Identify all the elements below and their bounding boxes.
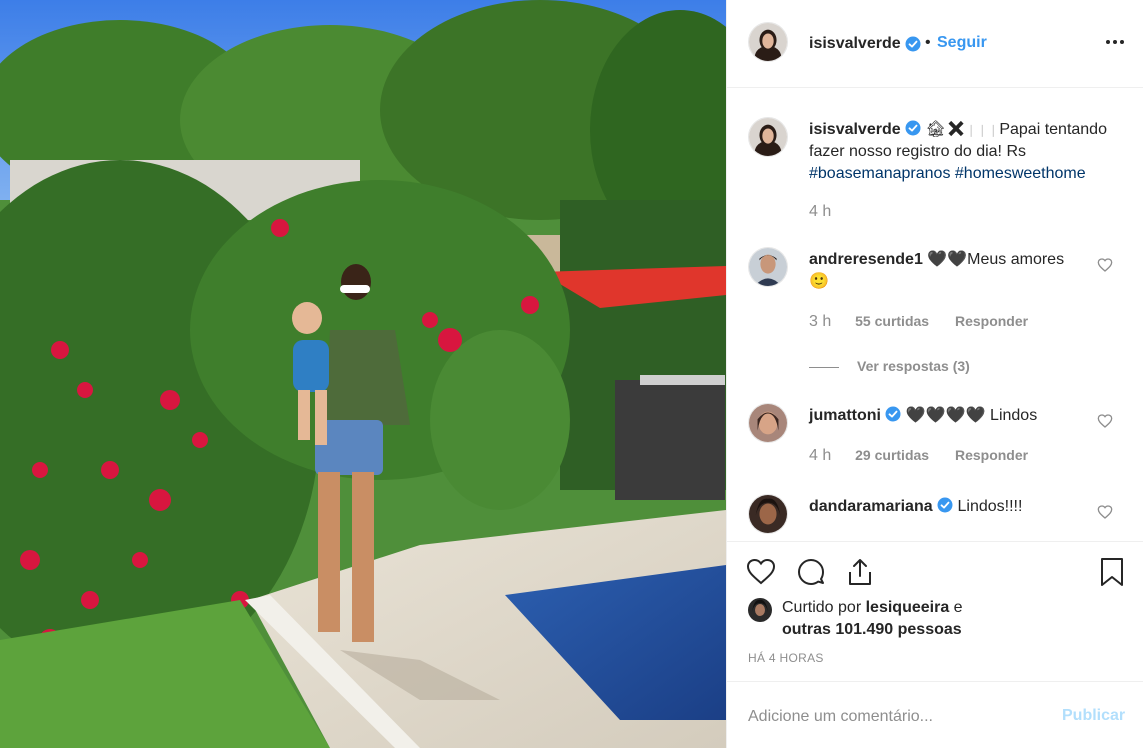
comment-input[interactable] bbox=[748, 706, 1048, 728]
comment-time: 3 h bbox=[809, 313, 832, 330]
caption-bars: ❘❘❘ bbox=[966, 123, 1000, 137]
liker-avatar[interactable] bbox=[748, 598, 772, 622]
post-side-panel: isisvalverde • Seguir isisvalverde 🏚✖❘❘❘… bbox=[726, 0, 1143, 748]
comment-username[interactable]: andreresende1 bbox=[809, 251, 923, 268]
comment-meta: 4 h 29 curtidas Responder bbox=[809, 447, 1050, 465]
comment-text: andreresende1 🖤🖤Meus amores 🙂 bbox=[809, 249, 1099, 293]
like-heart-icon[interactable] bbox=[745, 556, 777, 588]
verified-badge-icon bbox=[937, 497, 953, 513]
add-comment-bar: Publicar bbox=[727, 681, 1143, 748]
comment-text: jumattoni 🖤🖤🖤🖤 Lindos bbox=[809, 405, 1099, 427]
post-timestamp[interactable]: HÁ 4 HORAS bbox=[748, 651, 824, 665]
caption-emoji: 🏚✖ bbox=[925, 121, 967, 138]
caption-time: 4 h bbox=[809, 203, 832, 220]
comment-body: 🖤🖤Meus amores bbox=[927, 251, 1065, 268]
hashtag-link[interactable]: #boasemanapranos bbox=[809, 165, 950, 182]
more-options-icon[interactable] bbox=[1103, 30, 1127, 54]
comment-bubble-icon[interactable] bbox=[795, 556, 827, 588]
verified-badge-icon bbox=[885, 406, 901, 422]
replies-divider bbox=[809, 366, 839, 368]
post-photo[interactable] bbox=[0, 0, 726, 748]
save-bookmark-icon[interactable] bbox=[1096, 556, 1128, 588]
reply-button[interactable]: Responder bbox=[955, 447, 1028, 463]
comment-likes[interactable]: 55 curtidas bbox=[855, 313, 929, 329]
like-comment-icon[interactable] bbox=[1097, 257, 1113, 273]
commenter-avatar[interactable] bbox=[748, 247, 788, 287]
liked-by: Curtido por lesiqueeira e outras 101.490… bbox=[748, 598, 1128, 642]
view-replies-button[interactable]: Ver respostas (3) bbox=[809, 358, 970, 374]
commenter-avatar-image bbox=[749, 404, 787, 442]
follow-button[interactable]: Seguir bbox=[937, 34, 987, 52]
post-actions bbox=[727, 541, 1143, 601]
liked-by-others[interactable]: outras 101.490 pessoas bbox=[782, 621, 962, 639]
verified-badge-icon bbox=[905, 36, 921, 52]
liked-by-line1: Curtido por lesiqueeira e bbox=[782, 599, 963, 617]
liked-by-connector: e bbox=[953, 599, 963, 616]
comment-body: Lindos!!!! bbox=[957, 498, 1023, 515]
commenter-avatar[interactable] bbox=[748, 494, 788, 534]
comment-time: 4 h bbox=[809, 447, 832, 464]
view-replies-label: Ver respostas (3) bbox=[857, 358, 970, 374]
liked-by-user[interactable]: lesiqueeira bbox=[866, 599, 950, 616]
caption-avatar-image bbox=[749, 118, 787, 156]
author-avatar-image bbox=[749, 23, 787, 61]
comment-meta: 3 h 55 curtidas Responder bbox=[809, 313, 1050, 331]
commenter-avatar-image bbox=[749, 248, 787, 286]
caption-text: isisvalverde 🏚✖❘❘❘Papai tentando fazer n… bbox=[809, 119, 1129, 185]
post-header: isisvalverde • Seguir bbox=[727, 0, 1143, 88]
header-separator: • bbox=[925, 34, 931, 51]
author-username[interactable]: isisvalverde bbox=[809, 35, 901, 53]
verified-badge-icon bbox=[905, 120, 921, 136]
comment-username[interactable]: jumattoni bbox=[809, 407, 881, 424]
share-icon[interactable] bbox=[844, 556, 876, 588]
caption-avatar[interactable] bbox=[748, 117, 788, 157]
instagram-post: isisvalverde • Seguir isisvalverde 🏚✖❘❘❘… bbox=[0, 0, 1143, 748]
liked-by-prefix: Curtido por bbox=[782, 599, 862, 616]
like-comment-icon[interactable] bbox=[1097, 413, 1113, 429]
caption-username[interactable]: isisvalverde bbox=[809, 121, 901, 138]
comment-text: dandaramariana Lindos!!!! bbox=[809, 496, 1099, 518]
comment-username[interactable]: dandaramariana bbox=[809, 498, 933, 515]
reply-button[interactable]: Responder bbox=[955, 313, 1028, 329]
commenter-avatar-image bbox=[749, 495, 787, 533]
liker-avatar-image bbox=[748, 598, 772, 622]
comments-list[interactable]: isisvalverde 🏚✖❘❘❘Papai tentando fazer n… bbox=[727, 89, 1143, 541]
commenter-avatar[interactable] bbox=[748, 403, 788, 443]
hashtag-link[interactable]: #homesweethome bbox=[955, 165, 1086, 182]
comment-likes[interactable]: 29 curtidas bbox=[855, 447, 929, 463]
comment-body: 🖤🖤🖤🖤 Lindos bbox=[905, 407, 1038, 424]
like-comment-icon[interactable] bbox=[1097, 504, 1113, 520]
garden-photo bbox=[0, 0, 726, 748]
publish-button[interactable]: Publicar bbox=[1062, 707, 1125, 725]
author-avatar[interactable] bbox=[748, 22, 788, 62]
comment-body-line2: 🙂 bbox=[809, 273, 829, 290]
